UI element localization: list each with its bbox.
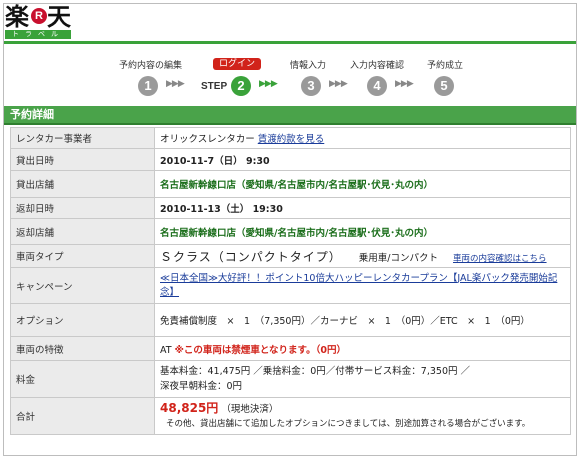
- row-label: 貸出店舗: [10, 170, 155, 198]
- row-label: 料金: [10, 360, 155, 398]
- table-row: 返却店舗 名古屋新幹線口店（愛知県/名古屋市内/名古屋駅･伏見･丸の内）: [10, 218, 571, 245]
- step-arrow-icon: ▶▶▶: [395, 79, 414, 89]
- step-prefix: STEP: [201, 81, 228, 92]
- car-category: 乗用車/コンパクト: [358, 252, 438, 264]
- progress-steps: 予約内容の編集 1 ▶▶▶ ログイン STEP 2 ▶▶▶ 情報入力 3 ▶▶▶…: [0, 50, 580, 98]
- table-row: 車両タイプ Ｓクラス（コンパクトタイプ） 乗用車/コンパクト 車両の内容確認はこ…: [10, 244, 571, 268]
- header-divider: [4, 41, 576, 44]
- row-label: レンタカー事業者: [10, 127, 155, 149]
- fees-cell: 基本料金：41,475円 ／乗捨料金：0円／付帯サービス料金：7,350円 ／ …: [154, 360, 571, 398]
- row-label: キャンペーン: [10, 267, 155, 304]
- total-footnote: その他、貸出店舗にて追加したオプションにつきましては、別途加算される場合がござい…: [166, 418, 531, 429]
- options-value: 免責補償制度 × 1 （7,350円）／カーナビ × 1 （0円）／ETC × …: [154, 303, 571, 337]
- pickup-datetime: 2010-11-7（日） 9:30: [154, 148, 571, 171]
- table-row: 貸出店舗 名古屋新幹線口店（愛知県/名古屋市内/名古屋駅･伏見･丸の内）: [10, 170, 571, 198]
- company-name: オリックスレンタカー: [160, 134, 255, 145]
- section-title: 予約詳細: [4, 106, 576, 125]
- table-row: 合計 48,825円 （現地決済） その他、貸出店舗にて追加したオプションにつき…: [10, 397, 571, 435]
- rakuten-r-icon: R: [31, 8, 47, 24]
- row-label: 貸出日時: [10, 148, 155, 171]
- step-3-label: 情報入力: [290, 61, 327, 71]
- row-label: 車両タイプ: [10, 244, 155, 268]
- step-arrow-icon: ▶▶▶: [166, 79, 185, 89]
- row-label: 返却店舗: [10, 218, 155, 245]
- rakuten-travel-logo[interactable]: 楽 R 天 トラベル: [5, 2, 73, 39]
- step-1-number: 1: [138, 76, 158, 96]
- rental-terms-link[interactable]: 賃渡約款を見る: [258, 134, 325, 145]
- table-row: 車両の特徴 AT ※この車両は禁煙車となります。（0円）: [10, 336, 571, 361]
- step-3-number: 3: [301, 76, 321, 96]
- car-type-cell: Ｓクラス（コンパクトタイプ） 乗用車/コンパクト 車両の内容確認はこちら: [154, 244, 571, 268]
- step-4-label: 入力内容確認: [350, 61, 405, 71]
- table-row: 返却日時 2010-11-13（土） 19:30: [10, 197, 571, 219]
- step-5-number: 5: [434, 76, 454, 96]
- payment-method: （現地決済）: [221, 403, 279, 415]
- row-label: 車両の特徴: [10, 336, 155, 361]
- total-cell: 48,825円 （現地決済） その他、貸出店舗にて追加したオプションにつきまして…: [154, 397, 571, 435]
- table-row: キャンペーン ≪日本全国≫大好評！！ポイント10倍大ハッピーレンタカープラン【J…: [10, 267, 571, 304]
- total-price: 48,825円: [160, 400, 219, 415]
- step-arrow-icon: ▶▶▶: [329, 79, 348, 89]
- table-row: 貸出日時 2010-11-7（日） 9:30: [10, 148, 571, 171]
- step-2-number: 2: [231, 76, 251, 96]
- logo-kanji-left: 楽: [5, 2, 29, 31]
- step-1-label: 予約内容の編集: [119, 61, 183, 71]
- logo-kanji-right: 天: [47, 2, 71, 31]
- logo-subtitle: トラベル: [5, 30, 71, 39]
- fees-line-1: 基本料金：41,475円 ／乗捨料金：0円／付帯サービス料金：7,350円 ／: [160, 366, 471, 377]
- return-datetime: 2010-11-13（土） 19:30: [154, 197, 571, 219]
- row-label: 返却日時: [10, 197, 155, 219]
- transmission-type: AT: [160, 344, 172, 356]
- campaign-link[interactable]: ≪日本全国≫大好評！！ポイント10倍大ハッピーレンタカープラン【JAL楽パック発…: [154, 267, 571, 304]
- step-5-label: 予約成立: [427, 61, 464, 71]
- step-2-label: ログイン: [213, 58, 262, 70]
- fees-line-2: 深夜早朝料金：0円: [160, 381, 243, 392]
- row-label: 合計: [10, 397, 155, 435]
- features-cell: AT ※この車両は禁煙車となります。（0円）: [154, 336, 571, 361]
- reservation-details-table: レンタカー事業者 オリックスレンタカー 賃渡約款を見る 貸出日時 2010-11…: [10, 127, 571, 435]
- vehicle-details-link[interactable]: 車両の内容確認はこちら: [453, 254, 547, 264]
- return-store: 名古屋新幹線口店（愛知県/名古屋市内/名古屋駅･伏見･丸の内）: [154, 218, 571, 245]
- table-row: レンタカー事業者 オリックスレンタカー 賃渡約款を見る: [10, 127, 571, 149]
- company-cell: オリックスレンタカー 賃渡約款を見る: [154, 127, 571, 149]
- table-row: 料金 基本料金：41,475円 ／乗捨料金：0円／付帯サービス料金：7,350円…: [10, 360, 571, 398]
- non-smoking-note: ※この車両は禁煙車となります。（0円）: [174, 344, 346, 356]
- table-row: オプション 免責補償制度 × 1 （7,350円）／カーナビ × 1 （0円）／…: [10, 303, 571, 337]
- step-arrow-icon: ▶▶▶: [259, 79, 278, 89]
- pickup-store: 名古屋新幹線口店（愛知県/名古屋市内/名古屋駅･伏見･丸の内）: [154, 170, 571, 198]
- row-label: オプション: [10, 303, 155, 337]
- car-class: Ｓクラス（コンパクトタイプ）: [160, 249, 342, 264]
- step-4-number: 4: [367, 76, 387, 96]
